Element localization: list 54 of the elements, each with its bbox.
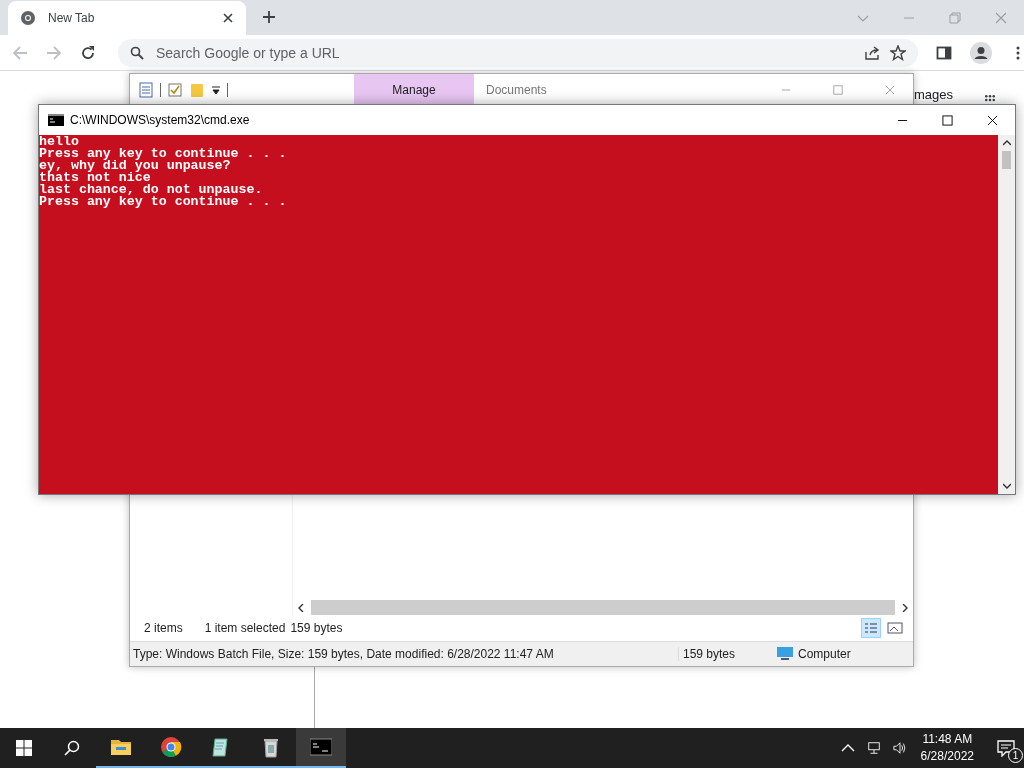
scroll-left-icon[interactable] (297, 603, 305, 612)
details-view-icon[interactable] (861, 618, 881, 638)
file-details: Type: Windows Batch File, Size: 159 bytes, Date modified: 6/28/2022 11:47 AM (133, 647, 555, 661)
notifications-button[interactable]: 1 (988, 728, 1024, 768)
network-icon[interactable] (866, 741, 881, 755)
windows-logo-icon (16, 740, 32, 756)
browser-tab[interactable]: New Tab (8, 1, 246, 35)
scroll-thumb[interactable] (1002, 151, 1011, 169)
item-count: 2 items (144, 621, 183, 635)
console-line: ey, why did you unpause? (39, 160, 232, 172)
ribbon-tab[interactable]: Manage (354, 74, 474, 105)
file-size: 159 bytes (678, 647, 771, 661)
taskbar-app[interactable] (296, 728, 346, 768)
new-tab-icon[interactable] (262, 10, 276, 24)
address-bar[interactable]: Search Google or type a URL (118, 38, 918, 67)
side-panel-icon[interactable] (936, 44, 952, 61)
profile-icon[interactable] (970, 41, 992, 64)
maximize-icon[interactable] (942, 114, 953, 126)
location: Computer (798, 647, 851, 661)
close-icon[interactable] (987, 114, 998, 126)
star-icon[interactable] (890, 44, 906, 61)
search-icon (64, 740, 80, 756)
share-icon[interactable] (864, 44, 880, 61)
console-line: Press any key to continue . . . (39, 148, 288, 160)
console-icon (48, 114, 64, 126)
tab-title: New Tab (48, 11, 96, 25)
selection-count: 1 item selected (204, 621, 286, 635)
window-title: C:\WINDOWS\system32\cmd.exe (70, 113, 250, 127)
notification-count: 1 (1008, 748, 1023, 763)
selection-size: 159 bytes (290, 621, 343, 635)
scroll-right-icon[interactable] (901, 603, 909, 612)
clock[interactable]: 11:48 AM 6/28/2022 (920, 731, 974, 765)
scroll-up-icon[interactable] (1002, 139, 1011, 147)
ribbon-tab[interactable]: Documents (474, 74, 594, 105)
chrome-icon (160, 736, 182, 758)
console-line: hello (39, 136, 80, 148)
close-icon[interactable] (222, 12, 234, 24)
console-line: last chance, do not unpause. (39, 184, 264, 196)
search-icon (130, 45, 144, 60)
clock-date: 6/28/2022 (920, 748, 974, 765)
volume-icon[interactable] (892, 741, 907, 755)
address-field[interactable]: Search Google or type a URL (154, 43, 854, 62)
message-icon (997, 739, 1015, 757)
dropdown-icon[interactable] (211, 84, 221, 95)
images-link[interactable]: mages (914, 88, 954, 102)
console-line: Press any key to continue . . . (39, 196, 288, 208)
reload-icon[interactable] (80, 44, 96, 61)
vertical-scrollbar[interactable] (998, 135, 1015, 494)
clock-time: 11:48 AM (922, 731, 973, 748)
console-icon (310, 736, 332, 758)
checklist-icon[interactable] (167, 81, 183, 98)
computer-icon (777, 646, 793, 662)
console-line: thats not nice (39, 172, 151, 184)
scroll-down-icon[interactable] (1002, 482, 1011, 490)
